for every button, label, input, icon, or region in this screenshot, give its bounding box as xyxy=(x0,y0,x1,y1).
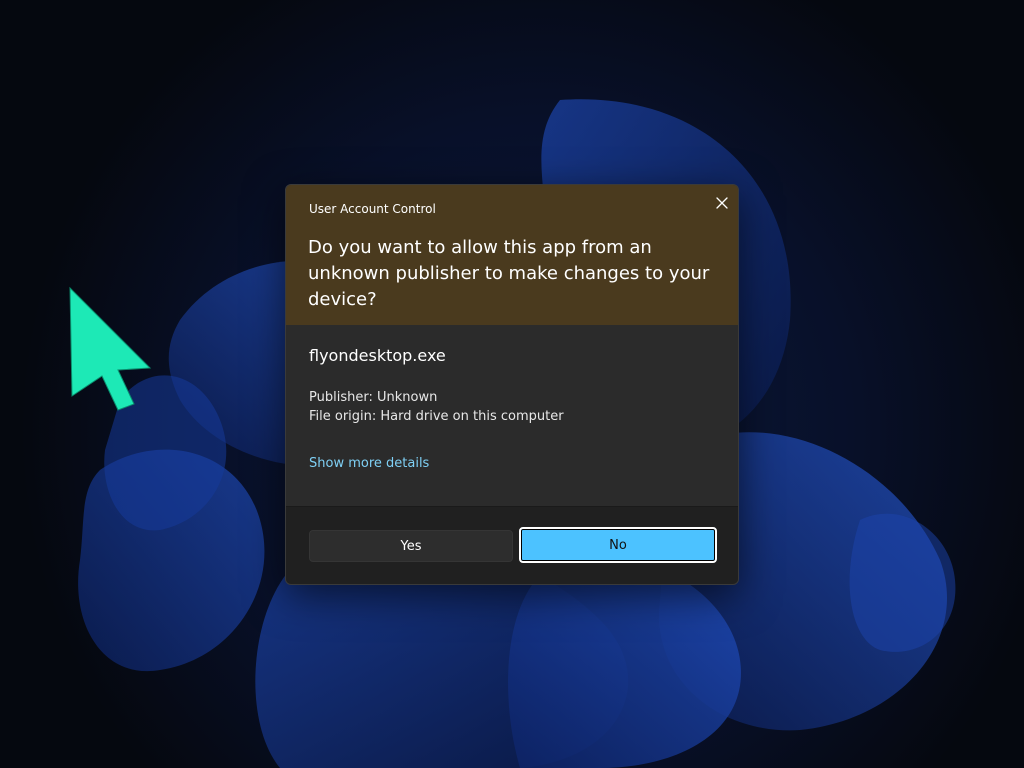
show-more-details-link[interactable]: Show more details xyxy=(309,456,429,471)
close-button[interactable] xyxy=(710,191,734,215)
no-button[interactable]: No xyxy=(519,527,717,563)
desktop: User Account Control Do you want to allo… xyxy=(0,0,1024,768)
dialog-header: User Account Control Do you want to allo… xyxy=(286,185,738,325)
publisher-info: Publisher: Unknown xyxy=(309,390,438,405)
dialog-footer: Yes No xyxy=(286,506,738,584)
prompt-question: Do you want to allow this app from an un… xyxy=(308,237,710,310)
close-icon xyxy=(716,197,728,209)
dialog-title: User Account Control xyxy=(309,202,436,216)
uac-dialog: User Account Control Do you want to allo… xyxy=(285,184,739,585)
file-origin-info: File origin: Hard drive on this computer xyxy=(309,409,564,424)
yes-button[interactable]: Yes xyxy=(309,530,513,562)
mouse-pointer-icon xyxy=(69,286,152,411)
app-name: flyondesktop.exe xyxy=(309,346,446,365)
dialog-body: flyondesktop.exe Publisher: Unknown File… xyxy=(286,325,738,506)
